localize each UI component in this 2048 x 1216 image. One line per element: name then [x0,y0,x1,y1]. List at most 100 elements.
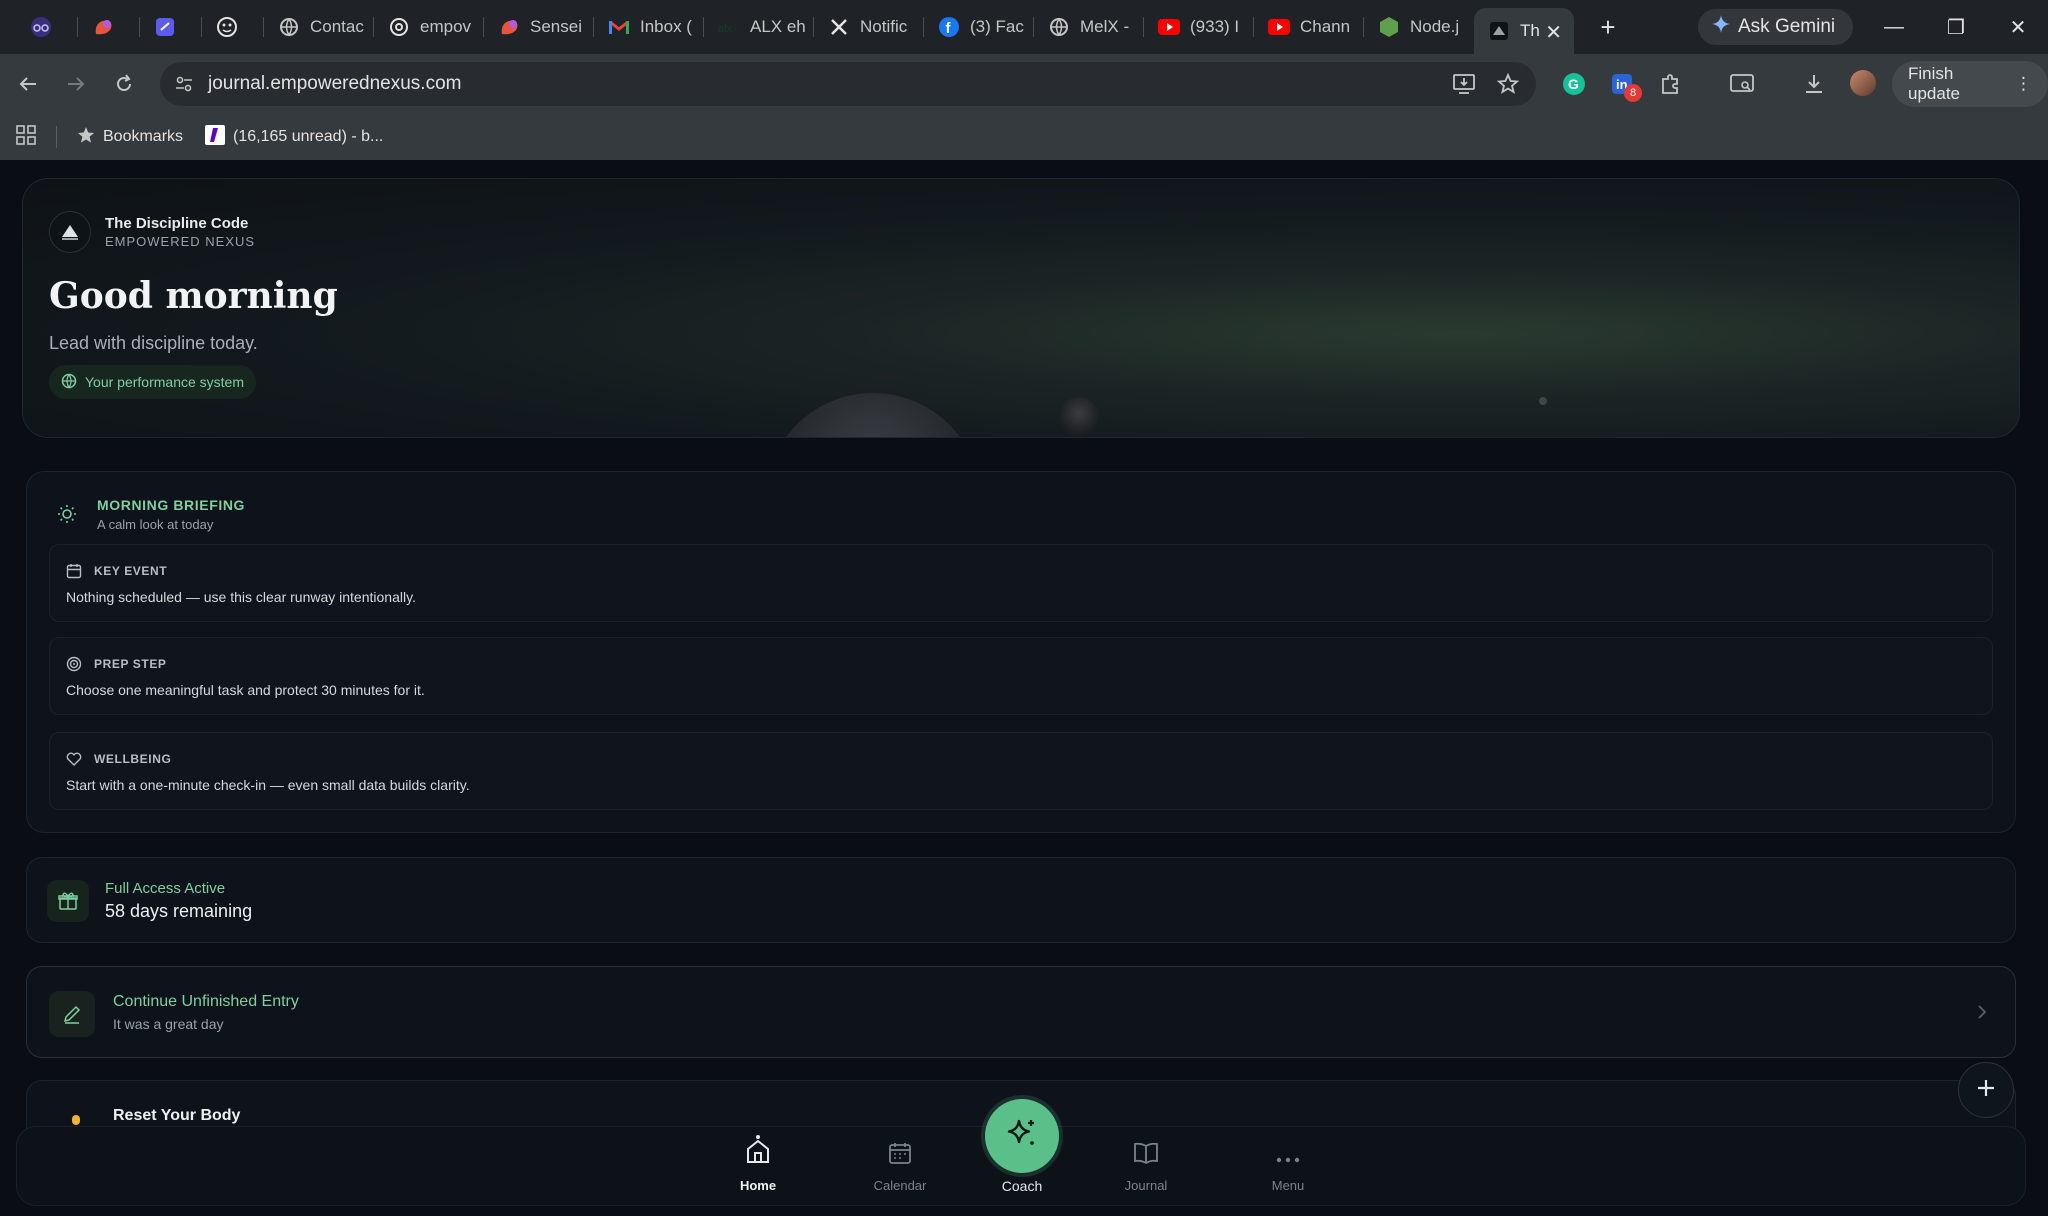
tab-contact[interactable]: Contac [264,0,374,54]
tab-search-icon[interactable] [1724,66,1760,102]
target-icon [66,656,82,672]
app-icon [1488,20,1510,42]
greeting-heading: Good morning [49,275,338,317]
nav-journal[interactable]: Journal [1101,1135,1191,1199]
site-settings-icon[interactable] [174,74,194,94]
sun-icon [57,504,77,524]
yahoo-icon [205,124,226,150]
restore-icon[interactable]: ❐ [1926,0,1986,54]
more-vert-icon: ⋮ [2015,74,2032,93]
reset-body-title: Reset Your Body [113,1107,241,1124]
tab-melx[interactable]: MelX - [1034,0,1144,54]
notes-icon [154,16,176,38]
tab-2[interactable] [78,0,140,54]
continue-entry-title: Continue Unfinished Entry [113,993,299,1010]
tab-youtube-2[interactable]: Chann [1254,0,1364,54]
tab-youtube-1[interactable]: (933) I [1144,0,1254,54]
decorative-orb [765,393,981,437]
full-access-card: Full Access Active 58 days remaining [26,857,2016,943]
svg-text:G: G [1568,76,1579,92]
extensions-puzzle-icon[interactable] [1652,66,1688,102]
page-scrollbar[interactable] [2036,160,2048,1216]
decorative-dot [1539,397,1547,405]
globe-icon [1048,16,1070,38]
add-fab-button[interactable] [1958,1062,2014,1118]
apps-grid-icon[interactable] [16,124,36,150]
plus-icon [1975,1077,1997,1104]
x-icon [828,16,850,38]
globe-icon [61,373,77,392]
tab-facebook[interactable]: f (3) Fac [924,0,1034,54]
brand-title: The Discipline Code [105,215,249,232]
blob-icon [92,16,114,38]
bookmarks-divider [56,126,57,148]
close-window-icon[interactable]: ✕ [1988,0,2048,54]
calendar-icon [66,563,82,579]
close-tab-icon[interactable]: ✕ [1545,20,1562,45]
tab-strip: Contac empov Sensei Inbox ( alx ALX eh N… [0,0,2048,54]
tab-4[interactable] [202,0,264,54]
gmail-icon [608,16,630,38]
tab-node[interactable]: Node.j [1364,0,1474,54]
calendar-icon [888,1141,912,1170]
sparkles-icon [1005,1117,1039,1156]
briefing-subtitle: A calm look at today [97,517,214,532]
finish-update-button[interactable]: Finish update ⋮ [1892,61,2048,107]
youtube-icon [1268,16,1290,38]
continue-entry-card[interactable]: Continue Unfinished Entry It was a great… [26,966,2016,1058]
nav-calendar[interactable]: Calendar [855,1135,945,1199]
grammarly-icon[interactable]: G [1556,66,1592,102]
blob-icon [498,16,520,38]
minimize-icon[interactable]: — [1864,0,1924,54]
briefing-wellbeing: WELLBEING Start with a one-minute check-… [49,732,1993,810]
star-icon [77,126,95,149]
bookmark-yahoo-mail[interactable]: (16,165 unread) - b... [205,124,383,150]
reload-icon[interactable] [106,66,142,102]
more-horizontal-icon [1275,1152,1301,1170]
heart-icon [66,751,82,767]
forward-icon[interactable] [58,66,94,102]
performance-system-pill[interactable]: Your performance system [49,365,256,399]
home-icon [745,1135,771,1170]
svg-text:alx: alx [718,23,733,34]
pencil-icon [49,991,95,1037]
downloads-icon[interactable] [1796,66,1832,102]
extension-badge-icon[interactable]: in 8 [1604,66,1642,102]
tab-3[interactable] [140,0,202,54]
briefing-title: MORNING BRIEFING [97,497,246,513]
tab-inbox[interactable]: Inbox ( [594,0,704,54]
brand-logo-icon [49,211,91,253]
morning-briefing-card: MORNING BRIEFING A calm look at today KE… [26,471,2016,833]
tab-active-discipline-code[interactable]: Th ✕ [1474,8,1574,54]
chevron-right-icon [1975,997,1991,1027]
nav-menu[interactable]: Menu [1243,1135,1333,1199]
tab-1[interactable] [16,0,78,54]
briefing-prep-step: PREP STEP Choose one meaningful task and… [49,637,1993,715]
browser-toolbar: journal.empowerednexus.com G in 8 Finish … [0,54,2048,114]
address-bar[interactable]: journal.empowerednexus.com [160,62,1536,106]
tab-sensei[interactable]: Sensei [484,0,594,54]
nav-home[interactable]: Home [713,1135,803,1199]
face-icon [216,16,238,38]
brand-subtitle: EMPOWERED NEXUS [105,234,256,249]
tab-empower[interactable]: empov [374,0,484,54]
bookmark-star-icon[interactable] [1490,66,1526,102]
continue-entry-subtitle: It was a great day [113,1016,224,1032]
tab-alx[interactable]: alx ALX eh [704,0,814,54]
hero-banner: The Discipline Code EMPOWERED NEXUS Good… [22,178,2020,438]
install-app-icon[interactable] [1446,66,1482,102]
nav-coach-button[interactable] [985,1099,1059,1173]
back-icon[interactable] [10,66,46,102]
node-icon [1378,16,1400,38]
new-tab-button[interactable]: + [1588,12,1628,43]
facebook-icon: f [938,16,960,38]
greeting-tagline: Lead with discipline today. [49,333,258,353]
ask-gemini-button[interactable]: Ask Gemini [1698,9,1854,45]
tab-x-notifications[interactable]: Notific [814,0,924,54]
profile-avatar[interactable] [1850,70,1876,96]
gift-icon [47,880,89,922]
bookmarks-folder[interactable]: Bookmarks [77,126,183,149]
glasses-icon [30,16,52,38]
youtube-icon [1158,16,1180,38]
bookmarks-bar: Bookmarks (16,165 unread) - b... [0,114,2048,160]
